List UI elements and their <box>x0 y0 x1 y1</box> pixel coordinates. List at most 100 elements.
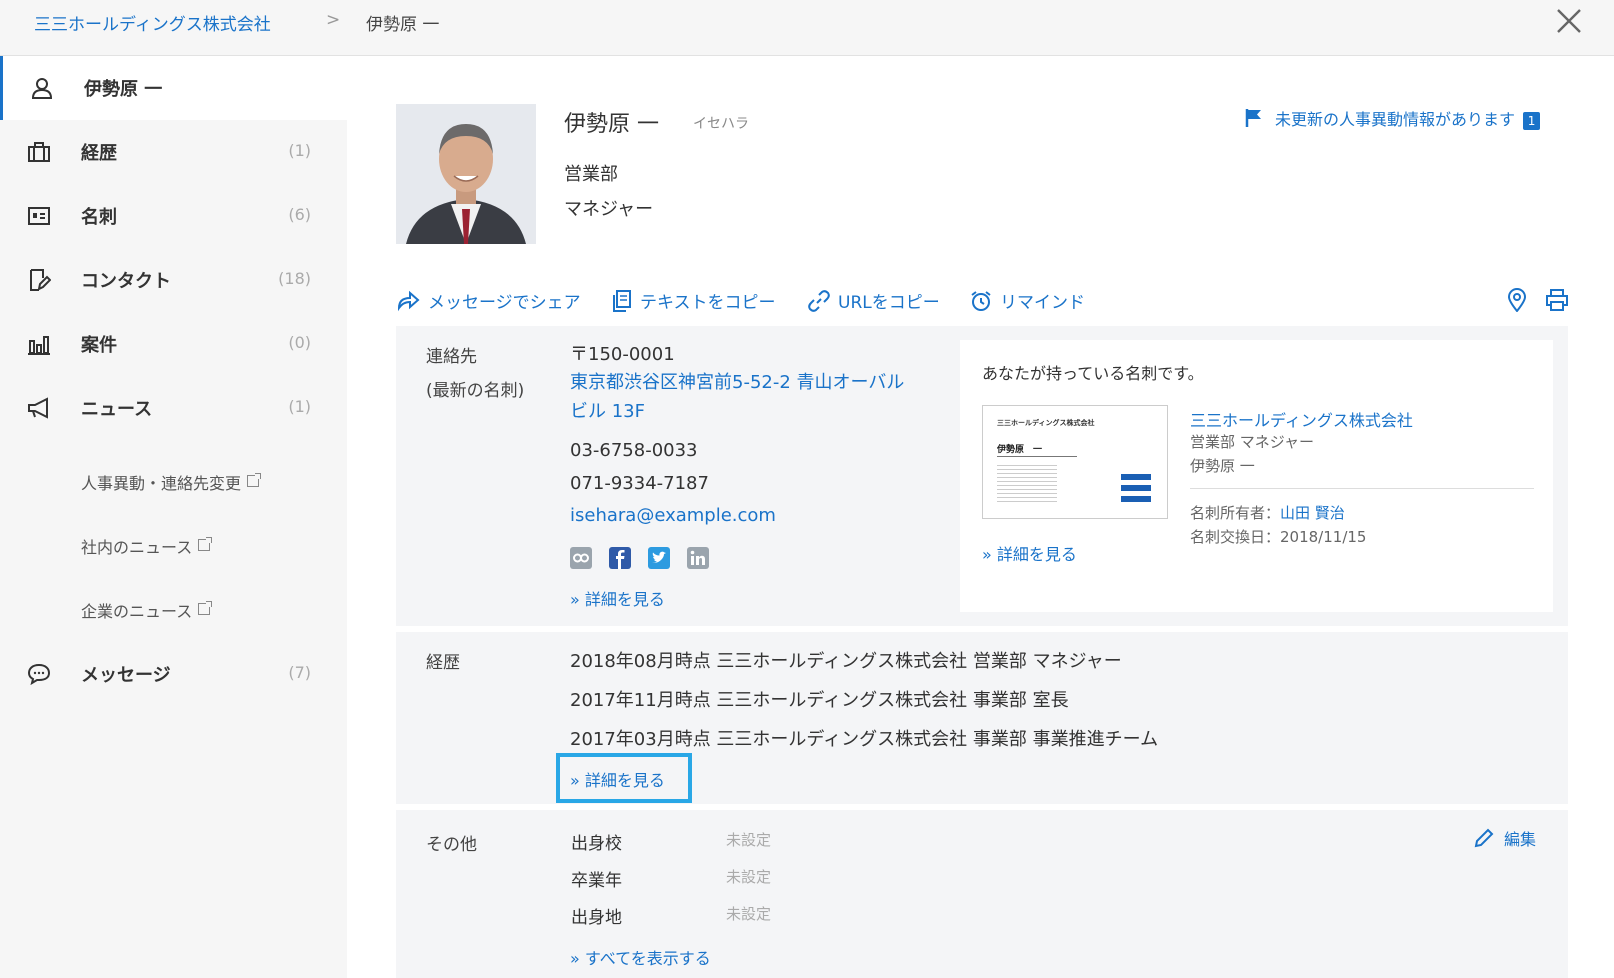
print-icon[interactable] <box>1545 288 1569 316</box>
linkedin-icon[interactable] <box>687 547 709 569</box>
person-icon <box>31 78 53 99</box>
sidebar-item-career[interactable]: 経歴 (1) <box>0 120 347 184</box>
breadcrumb-separator: > <box>326 10 341 30</box>
show-all-link[interactable]: » すべてを表示する <box>570 945 711 969</box>
card-exchange-date: 名刺交換日：2018/11/15 <box>1190 528 1367 546</box>
pencil-icon <box>1474 828 1494 848</box>
card-person-name: 伊勢原 一 <box>1190 457 1255 475</box>
link-icon <box>808 290 830 312</box>
sidebar-subitem-internal-news[interactable]: 社内のニュース <box>81 534 213 558</box>
alarm-clock-icon <box>971 291 991 311</box>
career-label: 経歴 <box>426 653 460 673</box>
remind-label: リマインド <box>1000 293 1085 313</box>
external-link-icon <box>247 473 262 487</box>
career-details-link[interactable]: » 詳細を見る <box>570 767 665 791</box>
card-owner-link[interactable]: 山田 賢治 <box>1280 504 1345 522</box>
edit-button[interactable]: 編集 <box>1474 826 1536 850</box>
field-value: 未設定 <box>726 831 772 849</box>
card-divider <box>1190 488 1534 489</box>
sidebar-item-count: (18) <box>278 269 311 288</box>
postal-code: 〒150-0001 <box>570 344 675 365</box>
twitter-icon[interactable] <box>648 547 670 569</box>
field-value: 未設定 <box>726 905 772 923</box>
field-name: 卒業年 <box>571 871 622 891</box>
career-entry: 2017年11月時点 三三ホールディングス株式会社 事業部 室長 <box>570 690 1069 711</box>
sidebar-item-label: コンタクト <box>81 271 171 292</box>
sidebar-item-count: (0) <box>288 333 311 352</box>
field-value: 未設定 <box>726 868 772 886</box>
edit-label: 編集 <box>1504 830 1537 849</box>
person-department: 営業部 <box>564 164 618 185</box>
megaphone-icon <box>28 397 48 419</box>
profile-photo <box>396 104 536 244</box>
sidebar-item-profile[interactable]: 伊勢原 一 <box>0 56 347 120</box>
mobile-number[interactable]: 071-9334-7187 <box>570 473 709 494</box>
card-details-link[interactable]: » 詳細を見る <box>982 541 1077 565</box>
copy-text-button[interactable]: テキストをコピー <box>612 288 776 313</box>
card-dept-title: 営業部 マネジャー <box>1190 433 1315 451</box>
share-message-button[interactable]: メッセージでシェア <box>396 288 581 313</box>
address-link-line1[interactable]: 東京都渋谷区神宮前5-52-2 青山オーバル <box>570 368 904 394</box>
sidebar-item-count: (1) <box>288 397 311 416</box>
sidebar-item-count: (7) <box>288 663 311 682</box>
sidebar-subitem-company-news[interactable]: 企業のニュース <box>81 598 213 622</box>
share-label: メッセージでシェア <box>428 293 581 313</box>
sidebar-item-news[interactable]: ニュース (1) <box>0 376 347 440</box>
personnel-update-notice[interactable]: 未更新の人事異動情報があります 1 <box>1245 106 1541 130</box>
sidebar-item-count: (6) <box>288 205 311 224</box>
notice-text: 未更新の人事異動情報があります <box>1275 110 1516 129</box>
remind-button[interactable]: リマインド <box>970 288 1085 313</box>
contact-label: 連絡先 <box>426 347 477 367</box>
thumbnail-company: 三三ホールディングス株式会社 <box>997 419 1095 427</box>
subitem-label: 社内のニュース <box>81 538 193 557</box>
notice-count-badge: 1 <box>1523 112 1541 130</box>
person-title: マネジャー <box>564 199 654 220</box>
field-name: 出身校 <box>571 834 622 854</box>
breadcrumb-company-link[interactable]: 三三ホールディングス株式会社 <box>34 10 271 35</box>
breadcrumb-current: 伊勢原 一 <box>366 15 440 35</box>
thumbnail-name: 伊勢原 一 <box>997 445 1043 455</box>
sidebar: 伊勢原 一 経歴 (1) 名刺 (6) コンタクト (18) 案件 (0) ニュ… <box>0 56 347 978</box>
contact-details-link[interactable]: » 詳細を見る <box>570 586 665 610</box>
flag-icon <box>1245 109 1261 127</box>
card-owner-label: 名刺所有者： <box>1190 504 1281 522</box>
chat-bubble-icon <box>27 663 51 686</box>
phone-number[interactable]: 03-6758-0033 <box>570 440 698 461</box>
contact-label-sub: (最新の名刺) <box>426 381 525 401</box>
thumbnail-logo <box>1121 474 1151 506</box>
address-link-line2[interactable]: ビル 13F <box>570 397 645 423</box>
card-owner-row: 名刺所有者：山田 賢治 <box>1190 502 1345 523</box>
career-entry: 2018年08月時点 三三ホールディングス株式会社 営業部 マネジャー <box>570 651 1122 672</box>
email-link[interactable]: isehara@example.com <box>570 505 776 526</box>
briefcase-icon <box>28 142 50 162</box>
sidebar-item-cards[interactable]: 名刺 (6) <box>0 184 347 248</box>
facebook-icon[interactable] <box>609 547 631 569</box>
field-name: 出身地 <box>571 908 622 928</box>
sidebar-item-label: ニュース <box>81 399 153 420</box>
map-pin-icon[interactable] <box>1507 288 1527 316</box>
card-company-link[interactable]: 三三ホールディングス株式会社 <box>1190 407 1413 431</box>
contact-note-icon <box>30 269 51 291</box>
card-box-heading: あなたが持っている名刺です。 <box>982 364 1204 383</box>
eight-icon[interactable] <box>570 547 592 569</box>
other-label: その他 <box>426 835 477 855</box>
sidebar-item-label: 名刺 <box>81 207 117 228</box>
copy-url-button[interactable]: URLをコピー <box>808 288 940 313</box>
sidebar-item-label: メッセージ <box>81 665 171 686</box>
share-icon <box>397 290 420 312</box>
close-icon[interactable] <box>1556 8 1582 40</box>
external-link-icon <box>198 601 213 615</box>
copy-text-label: テキストをコピー <box>640 293 776 313</box>
subitem-label: 人事異動・連絡先変更 <box>81 474 242 493</box>
bar-chart-icon <box>28 336 50 355</box>
sidebar-item-messages[interactable]: メッセージ (7) <box>0 642 347 706</box>
sidebar-item-label: 経歴 <box>81 143 117 164</box>
sidebar-item-count: (1) <box>288 141 311 160</box>
subitem-label: 企業のニュース <box>81 602 193 621</box>
sidebar-item-contacts[interactable]: コンタクト (18) <box>0 248 347 312</box>
business-card-thumbnail[interactable]: 三三ホールディングス株式会社 伊勢原 一 <box>982 405 1168 519</box>
sidebar-subitem-personnel-news[interactable]: 人事異動・連絡先変更 <box>81 470 262 494</box>
document-copy-icon <box>613 290 631 312</box>
sidebar-item-deals[interactable]: 案件 (0) <box>0 312 347 376</box>
person-kana: イセハラ <box>693 116 749 132</box>
